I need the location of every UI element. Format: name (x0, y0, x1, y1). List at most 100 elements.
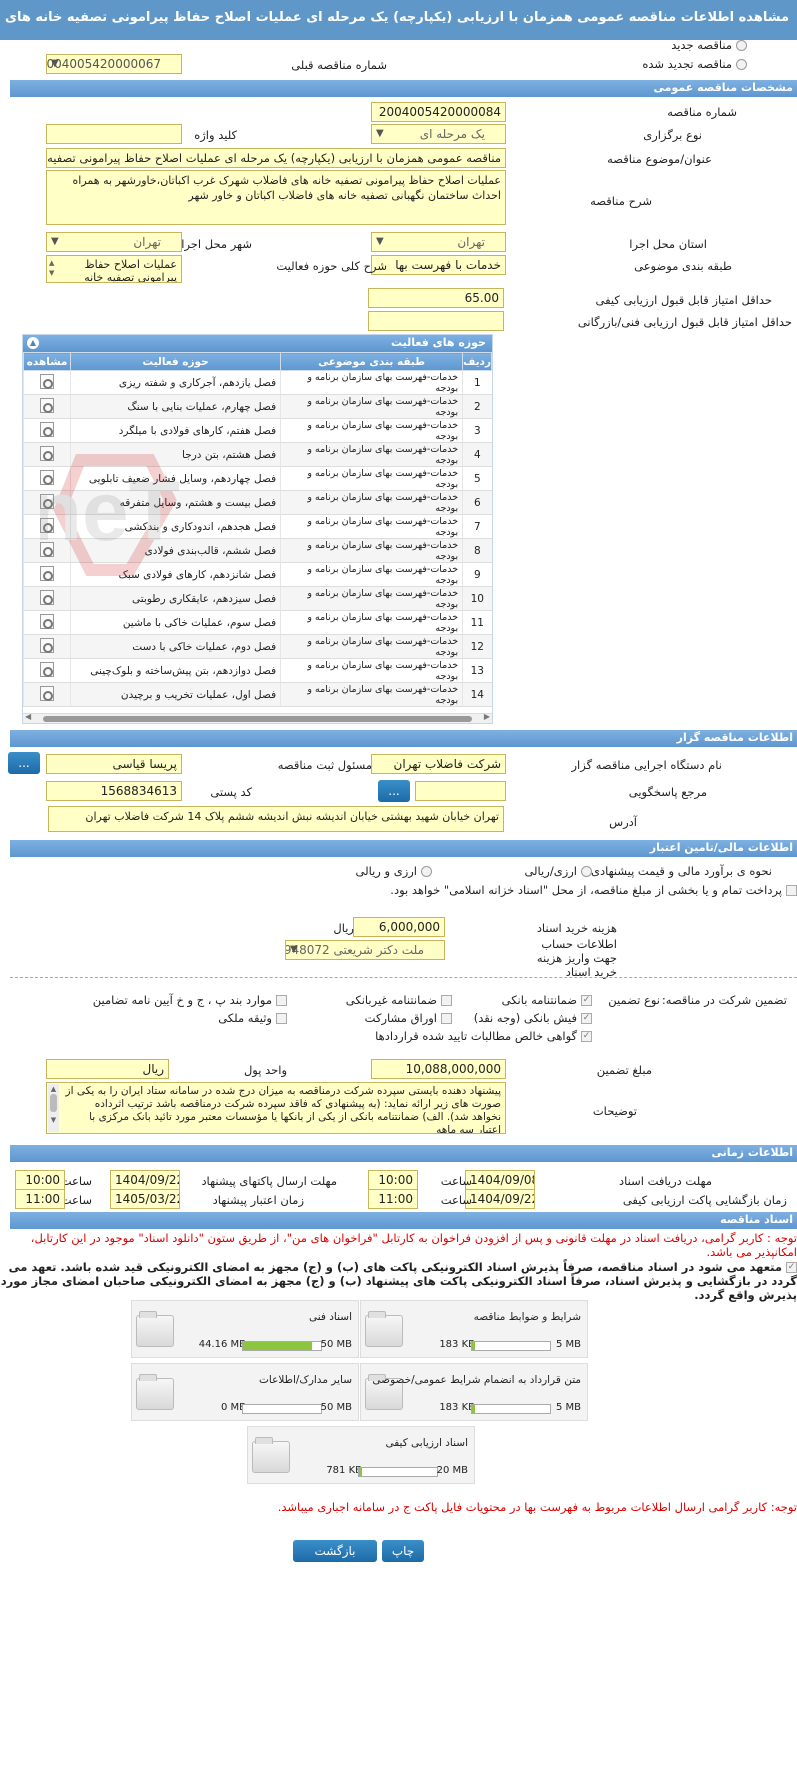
unit-field[interactable]: ریال (46, 1059, 169, 1079)
prev-number-label: شماره مناقصه قبلی (291, 58, 387, 72)
type-label: نوع برگزاری (643, 128, 702, 142)
valid-time[interactable]: 11:00 (15, 1189, 65, 1209)
row-number: 8 (462, 538, 492, 563)
view-document-icon[interactable] (38, 397, 56, 413)
table-row: 6 خدمات-فهرست بهای سازمان برنامه و بودجه ف… (22, 490, 492, 515)
valid-date[interactable]: 1405/03/22 (110, 1189, 180, 1209)
receive-date[interactable]: 1404/09/08 (465, 1170, 535, 1190)
renewed-tender-radio[interactable]: مناقصه تجدید شده (642, 57, 747, 71)
collapse-icon[interactable]: ▲ (27, 337, 39, 349)
responsible-more-button[interactable]: ... (8, 752, 40, 774)
city-select[interactable]: ▼ تهران (46, 232, 182, 252)
open-date[interactable]: 1404/09/22 (465, 1189, 535, 1209)
row-view-cell (22, 538, 71, 563)
min-quality-field[interactable]: 65.00 (368, 288, 504, 308)
address-field[interactable]: تهران خیابان شهید بهشتی خیابان اندیشه نب… (48, 806, 504, 832)
keyword-input[interactable] (46, 124, 182, 144)
guarantee-cash-label: فیش بانکی (وجه نقد) (473, 1011, 577, 1025)
estimate-option-both[interactable]: ارزی و ریالی (355, 864, 432, 878)
file-box[interactable]: اسناد فنی 44.16 MB 50 MB (131, 1300, 359, 1358)
view-document-icon[interactable] (38, 637, 56, 653)
view-document-icon[interactable] (38, 685, 56, 701)
number-field[interactable]: 2004005420000084 (371, 102, 506, 122)
file-max-size: 50 MB (320, 1339, 352, 1350)
view-document-icon[interactable] (38, 565, 56, 581)
row-category: خدمات-فهرست بهای سازمان برنامه و بودجه (280, 394, 463, 419)
category-field[interactable]: خدمات با فهرست بها (371, 255, 506, 275)
view-document-icon[interactable] (38, 517, 56, 533)
view-document-icon[interactable] (38, 469, 56, 485)
postal-field[interactable]: 1568834613 (46, 781, 182, 801)
row-view-cell (22, 394, 71, 419)
min-tech-label: حداقل امتیاز قابل قبول ارزیابی فنی/بازرگ… (577, 315, 792, 329)
guarantee-nonbank-label: ضمانتنامه غیربانکی (345, 993, 437, 1007)
receive-time[interactable]: 10:00 (368, 1170, 418, 1190)
province-select[interactable]: ▼ تهران (371, 232, 506, 252)
row-category: خدمات-فهرست بهای سازمان برنامه و بودجه (280, 442, 463, 467)
desc-field[interactable]: عملیات اصلاح حفاظ پیرامونی تصفیه خانه ها… (46, 170, 506, 225)
file-name: شرایط و ضوابط مناقصه (473, 1311, 581, 1323)
print-button[interactable]: چاپ (382, 1540, 424, 1562)
view-document-icon[interactable] (38, 661, 56, 677)
row-category: خدمات-فهرست بهای سازمان برنامه و بودجه (280, 466, 463, 491)
type-select[interactable]: ▼ یک مرحله ای (371, 124, 506, 144)
view-document-icon[interactable] (38, 589, 56, 605)
view-document-icon[interactable] (38, 373, 56, 389)
horizontal-scrollbar[interactable]: ▶ ◀ (23, 712, 492, 723)
row-category: خدمات-فهرست بهای سازمان برنامه و بودجه (280, 586, 463, 611)
org-name-field[interactable]: شرکت فاضلاب تهران (371, 754, 506, 774)
row-number: 12 (462, 634, 492, 659)
activity-field[interactable]: عملیات اصلاح حفاظ پیرامونی تصفیه خانه ها… (46, 255, 182, 283)
view-document-icon[interactable] (38, 541, 56, 557)
spec-header: مشخصات مناقصه عمومی (10, 80, 797, 97)
responsible-field[interactable]: پریسا قیاسی (46, 754, 182, 774)
doc-cost-field[interactable]: 6,000,000 (353, 917, 445, 937)
new-tender-radio[interactable]: مناقصه جدید (671, 38, 747, 52)
file-box[interactable]: شرایط و ضوابط مناقصه 183 KB 5 MB (360, 1300, 588, 1358)
ref-label: مرجع پاسخگویی (628, 785, 707, 799)
activities-panel: حوزه های فعالیت ▲ ردیف طبقه بندی موضوعی … (22, 334, 493, 724)
treasury-label: پرداخت تمام و یا بخشی از مبلغ مناقصه، از… (390, 883, 782, 897)
row-number: 9 (462, 562, 492, 587)
notes-field[interactable]: پیشنهاد دهنده بایستی سپرده شرکت درمناقصه… (46, 1082, 506, 1134)
row-number: 6 (462, 490, 492, 515)
estimate-option-rial[interactable]: ارزی/ریالی (524, 864, 592, 878)
table-row: 8 خدمات-فهرست بهای سازمان برنامه و بودجه ف… (22, 538, 492, 563)
file-box[interactable]: سایر مدارک/اطلاعات 0 MB 50 MB (131, 1363, 359, 1421)
col-category: طبقه بندی موضوعی (280, 352, 464, 371)
account-select[interactable]: ▼ملت دکتر شریعتی 9948072 (285, 940, 445, 960)
prev-number-select[interactable]: ▼ 2004005420000067 (46, 54, 182, 74)
province-value: تهران (457, 235, 485, 249)
scrollbar-thumb[interactable] (43, 716, 472, 722)
view-document-icon[interactable] (38, 421, 56, 437)
estimate-label: نحوه ی برآورد مالی و قیمت پیشنهادی (590, 864, 772, 878)
min-tech-field[interactable] (368, 311, 504, 331)
treasury-checkbox[interactable]: پرداخت تمام و یا بخشی از مبلغ مناقصه، از… (387, 884, 797, 897)
send-date[interactable]: 1404/09/22 (110, 1170, 180, 1190)
table-row: 12 خدمات-فهرست بهای سازمان برنامه و بودجه… (22, 634, 492, 659)
estimate-option-both-label: ارزی و ریالی (355, 864, 417, 878)
scroll-arrows-icon[interactable]: ▲ ▼ (49, 258, 54, 278)
scroll-left-icon[interactable]: ◀ (25, 712, 31, 721)
amount-field[interactable]: 10,088,000,000 (371, 1059, 506, 1079)
commit-label: متعهد می شود در اسناد مناقصه، صرفاً پذیر… (0, 1260, 797, 1302)
ref-field[interactable] (415, 781, 506, 801)
category-label: طبقه بندی موضوعی (634, 259, 732, 273)
chevron-down-icon: ▼ (51, 236, 59, 247)
table-row: 13 خدمات-فهرست بهای سازمان برنامه و بودجه… (22, 658, 492, 683)
view-document-icon[interactable] (38, 445, 56, 461)
unit-label: واحد پول (243, 1063, 287, 1077)
view-document-icon[interactable] (38, 493, 56, 509)
activities-header: حوزه های فعالیت ▲ (23, 335, 492, 352)
subject-field[interactable]: مناقصه عمومی همزمان با ارزیابی (یکپارچه)… (46, 148, 506, 168)
scroll-right-icon[interactable]: ▶ (484, 712, 490, 721)
send-time[interactable]: 10:00 (15, 1170, 65, 1190)
file-box[interactable]: متن قرارداد به انضمام شرایط عمومی/خصوصی … (360, 1363, 588, 1421)
view-document-icon[interactable] (38, 613, 56, 629)
ref-more-button[interactable]: ... (378, 780, 410, 802)
back-button[interactable]: بازگشت (293, 1540, 377, 1562)
file-box[interactable]: اسناد ارزیابی کیفی 781 KB 20 MB (247, 1426, 475, 1484)
timing-header: اطلاعات زمانی (10, 1145, 797, 1162)
notes-scrollbar[interactable]: ▲ ▼ (48, 1084, 59, 1132)
open-time[interactable]: 11:00 (368, 1189, 418, 1209)
